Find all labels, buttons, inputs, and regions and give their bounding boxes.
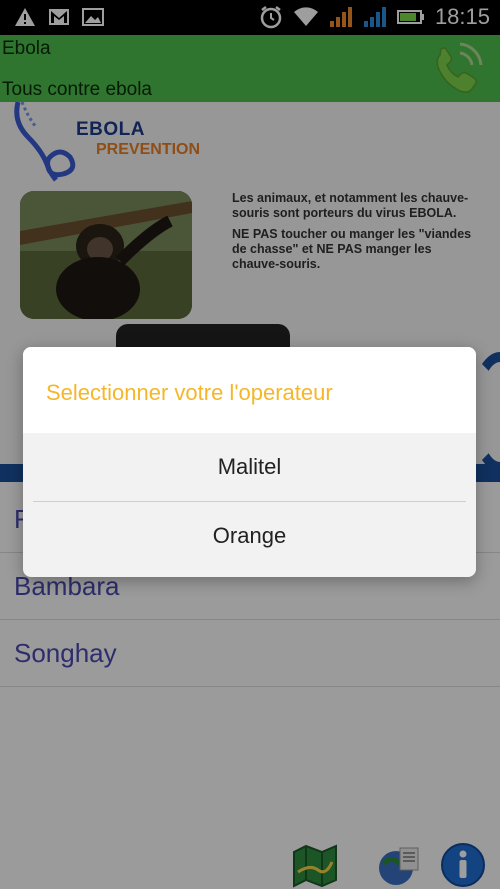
operator-option-orange[interactable]: Orange bbox=[23, 502, 476, 570]
operator-dialog: Selectionner votre l'operateur Malitel O… bbox=[23, 347, 476, 577]
dialog-header: Selectionner votre l'operateur bbox=[23, 347, 476, 433]
dialog-title: Selectionner votre l'operateur bbox=[46, 380, 333, 405]
operator-option-malitel[interactable]: Malitel bbox=[23, 433, 476, 501]
